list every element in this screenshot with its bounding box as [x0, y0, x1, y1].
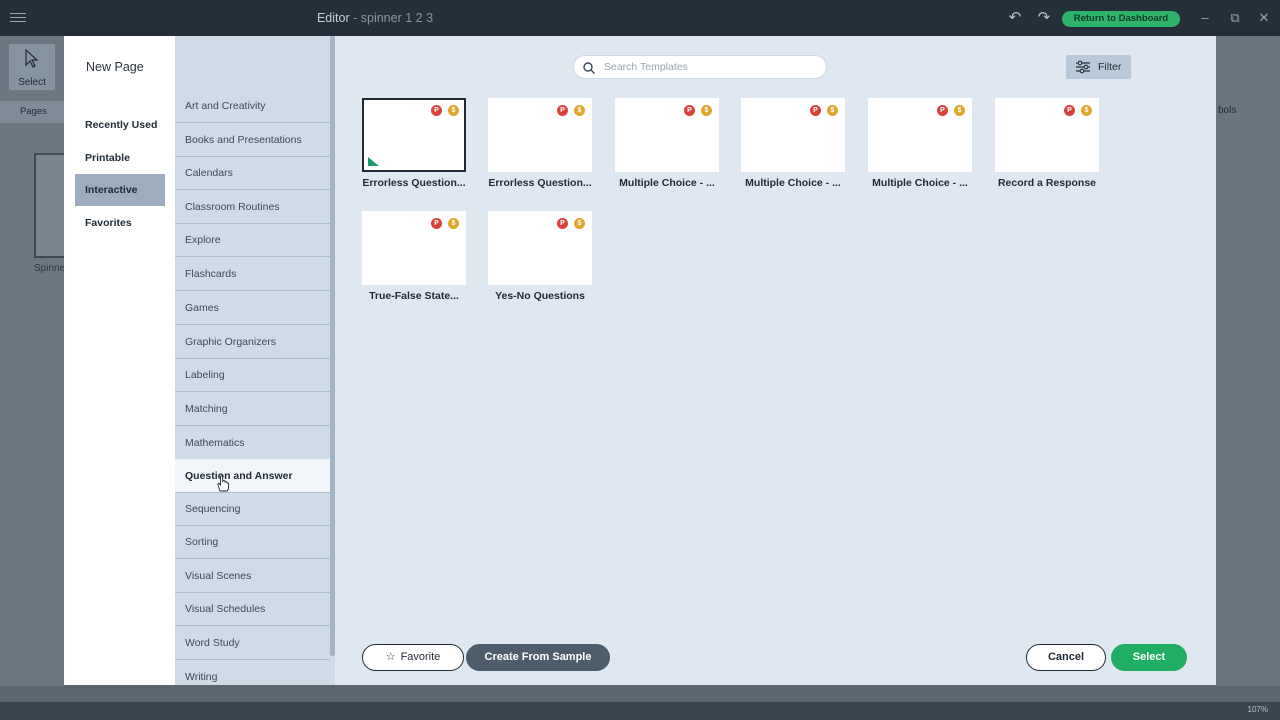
category-books-and-presentations[interactable]: Books and Presentations	[175, 123, 330, 157]
premium-badge-icon: P	[937, 105, 948, 116]
premium-badge-icon: P	[431, 218, 442, 229]
category-graphic-organizers[interactable]: Graphic Organizers	[175, 325, 330, 359]
template-card[interactable]: P $ Errorless Question...	[362, 98, 466, 190]
favorite-button[interactable]: ☆ Favorite	[362, 644, 464, 671]
editor-left-panel	[0, 36, 64, 686]
category-explore[interactable]: Explore	[175, 223, 330, 257]
restore-icon[interactable]: ⧉	[1227, 9, 1243, 27]
paid-badge-icon: $	[448, 105, 459, 116]
filter-button[interactable]: Filter	[1066, 55, 1131, 79]
paid-badge-icon: $	[701, 105, 712, 116]
template-name: Multiple Choice - ...	[619, 177, 715, 189]
new-page-dialog: New Page Recently Used Printable Interac…	[64, 36, 1216, 685]
undo-icon[interactable]: ↶	[1006, 9, 1024, 27]
template-name: Record a Response	[997, 177, 1097, 189]
template-card[interactable]: P $ Record a Response	[995, 98, 1099, 190]
status-bar: 107%	[0, 702, 1280, 720]
page-thumbnail-label: Spinne	[34, 263, 66, 274]
return-to-dashboard-button[interactable]: Return to Dashboard	[1062, 11, 1180, 27]
search-icon	[583, 62, 595, 74]
template-name: Yes-No Questions	[495, 290, 585, 302]
paid-badge-icon: $	[1081, 105, 1092, 116]
category-list: Art and Creativity Books and Presentatio…	[175, 36, 335, 685]
nav-recently-used[interactable]: Recently Used	[75, 109, 165, 141]
nav-printable[interactable]: Printable	[75, 142, 165, 174]
category-art-and-creativity[interactable]: Art and Creativity	[175, 89, 330, 123]
premium-badge-icon: P	[431, 105, 442, 116]
template-card[interactable]: P $ Yes-No Questions	[488, 211, 592, 303]
nav-favorites[interactable]: Favorites	[75, 207, 165, 239]
close-icon[interactable]: ✕	[1256, 9, 1272, 27]
dialog-title: New Page	[86, 60, 144, 74]
template-name: Errorless Question...	[362, 177, 466, 189]
zoom-level: 107%	[1247, 705, 1268, 714]
redo-icon[interactable]: ↷	[1035, 9, 1053, 27]
star-icon: ☆	[385, 651, 396, 663]
category-visual-scenes[interactable]: Visual Scenes	[175, 559, 330, 593]
template-gallery: Filter P $ Errorless Question... P $ Err…	[335, 36, 1216, 685]
window-title: Editor - spinner 1 2 3	[0, 11, 750, 25]
category-matching[interactable]: Matching	[175, 392, 330, 426]
filter-label: Filter	[1098, 61, 1122, 73]
category-labeling[interactable]: Labeling	[175, 358, 330, 392]
sliders-icon	[1076, 60, 1090, 74]
cancel-button[interactable]: Cancel	[1026, 644, 1106, 671]
minimize-icon[interactable]: –	[1197, 9, 1213, 27]
category-mathematics[interactable]: Mathematics	[175, 426, 330, 460]
category-games[interactable]: Games	[175, 291, 330, 325]
window-title-text: Editor	[316, 11, 350, 25]
category-flashcards[interactable]: Flashcards	[175, 257, 330, 291]
select-tool-button[interactable]: Select	[9, 44, 55, 90]
favorite-label: Favorite	[400, 651, 441, 663]
premium-badge-icon: P	[557, 105, 568, 116]
create-from-sample-button[interactable]: Create From Sample	[466, 644, 610, 671]
title-bar: Editor - spinner 1 2 3 ↶ ↷ Return to Das…	[0, 0, 1280, 36]
cursor-arrow-icon	[25, 49, 39, 68]
editor-right-panel	[1216, 36, 1280, 686]
select-tool-label: Select	[18, 77, 46, 88]
category-sequencing[interactable]: Sequencing	[175, 492, 330, 526]
template-card[interactable]: P $ Errorless Question...	[488, 98, 592, 190]
hand-cursor-icon	[217, 475, 229, 492]
search-input[interactable]	[604, 58, 818, 76]
template-card[interactable]: P $ True-False State...	[362, 211, 466, 303]
template-name: Multiple Choice - ...	[745, 177, 841, 189]
paid-badge-icon: $	[827, 105, 838, 116]
category-classroom-routines[interactable]: Classroom Routines	[175, 190, 330, 224]
premium-badge-icon: P	[684, 105, 695, 116]
category-visual-schedules[interactable]: Visual Schedules	[175, 592, 330, 626]
corner-marker-icon	[368, 157, 379, 166]
category-question-and-answer[interactable]: Question and Answer	[175, 459, 330, 493]
template-name: Errorless Question...	[488, 177, 592, 189]
template-name: Multiple Choice - ...	[872, 177, 968, 189]
paid-badge-icon: $	[954, 105, 965, 116]
nav-interactive[interactable]: Interactive	[75, 174, 165, 206]
template-card[interactable]: P $ Multiple Choice - ...	[741, 98, 845, 190]
category-word-study[interactable]: Word Study	[175, 626, 330, 660]
premium-badge-icon: P	[557, 218, 568, 229]
premium-badge-icon: P	[810, 105, 821, 116]
document-name: - spinner 1 2 3	[353, 11, 434, 25]
paid-badge-icon: $	[574, 218, 585, 229]
search-templates-field[interactable]	[573, 55, 827, 79]
category-sorting[interactable]: Sorting	[175, 525, 330, 559]
category-calendars[interactable]: Calendars	[175, 156, 330, 190]
paid-badge-icon: $	[574, 105, 585, 116]
paid-badge-icon: $	[448, 218, 459, 229]
pages-tab[interactable]: Pages	[0, 101, 64, 123]
page-thumbnail[interactable]	[34, 153, 64, 258]
symbols-tab-partial[interactable]: bols	[1218, 105, 1236, 116]
template-type-nav: New Page Recently Used Printable Interac…	[64, 36, 175, 685]
category-writing[interactable]: Writing	[175, 660, 330, 685]
template-name: True-False State...	[369, 290, 459, 302]
template-card[interactable]: P $ Multiple Choice - ...	[615, 98, 719, 190]
template-card[interactable]: P $ Multiple Choice - ...	[868, 98, 972, 190]
pages-tab-label: Pages	[20, 106, 47, 117]
premium-badge-icon: P	[1064, 105, 1075, 116]
select-button[interactable]: Select	[1111, 644, 1187, 671]
